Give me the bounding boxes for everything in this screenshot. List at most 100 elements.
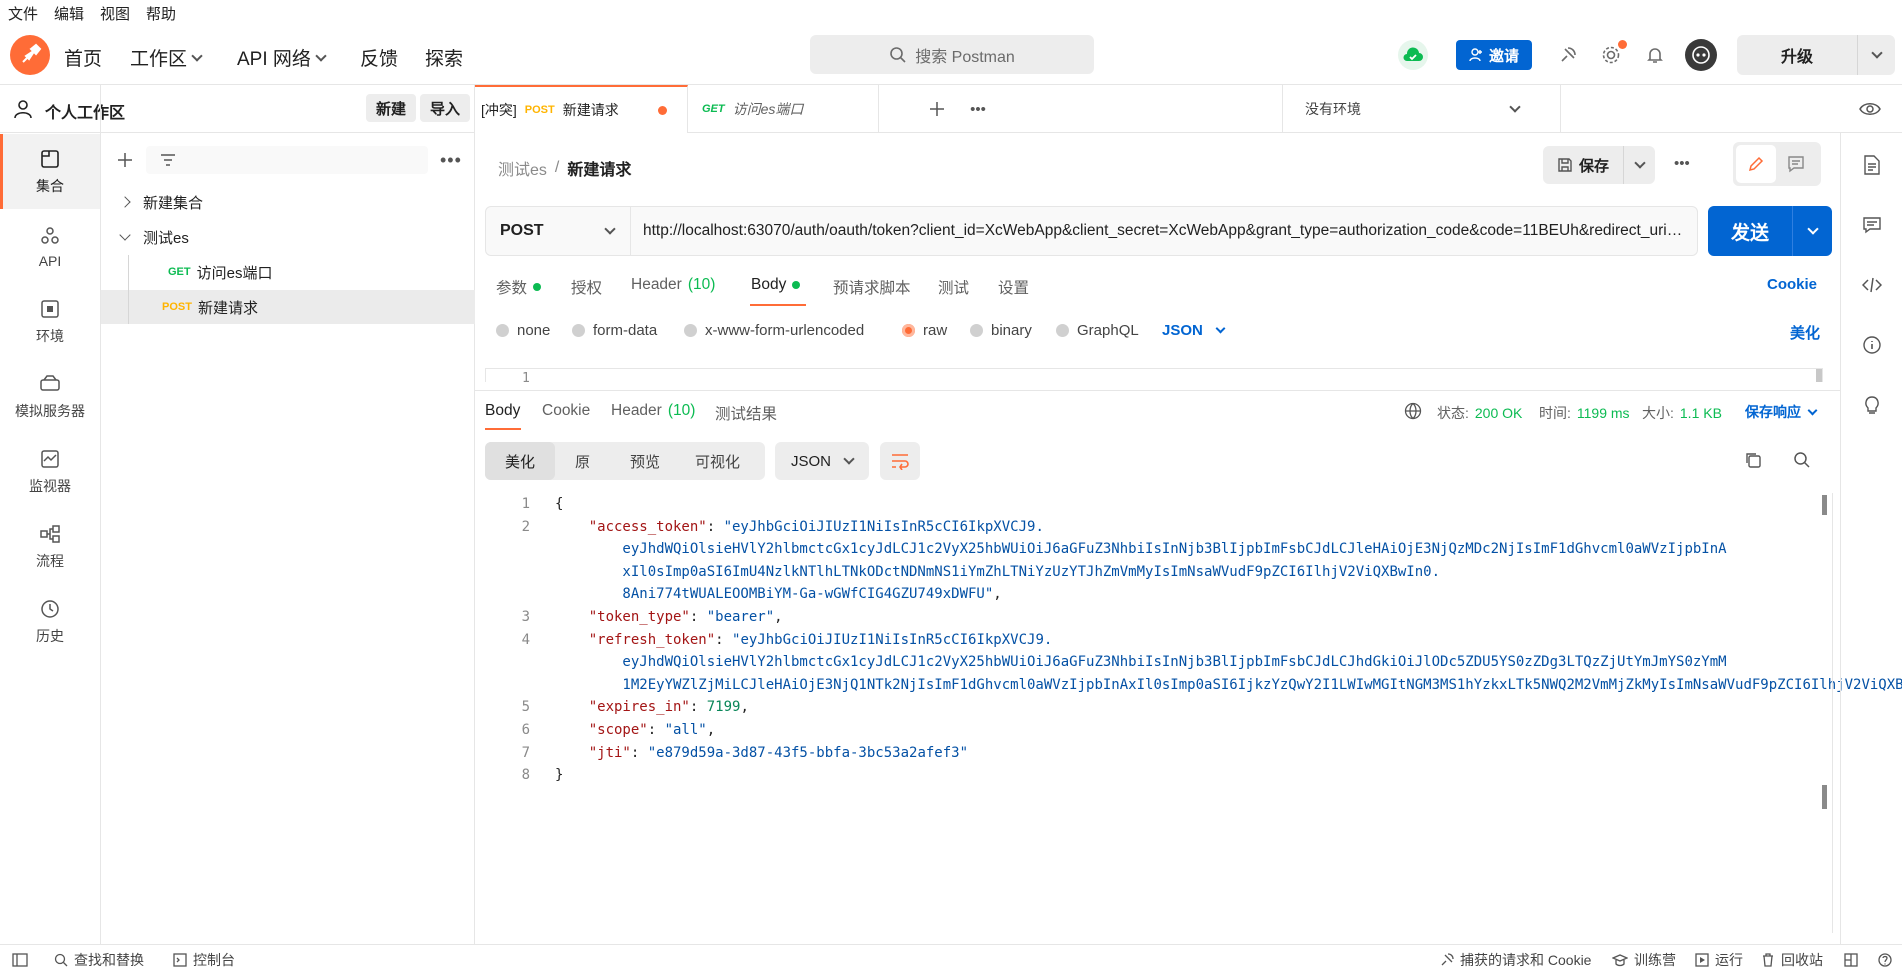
console-button[interactable]: 控制台 <box>173 945 235 973</box>
view-visualize[interactable]: 可视化 <box>680 442 755 480</box>
request-title[interactable]: 新建请求 <box>567 156 631 180</box>
postman-logo[interactable] <box>10 35 50 75</box>
response-scrollbar-thumb[interactable] <box>1822 785 1827 809</box>
search-icon[interactable] <box>1793 451 1811 469</box>
code-button[interactable] <box>1857 270 1887 300</box>
rail-history[interactable]: 历史 <box>0 584 100 659</box>
help-button[interactable] <box>1878 945 1892 973</box>
menu-file[interactable]: 文件 <box>8 3 38 24</box>
request-body-editor[interactable]: 1 <box>485 368 1823 382</box>
environment-quick-look[interactable] <box>1855 85 1885 133</box>
tab-pre-request[interactable]: 预请求脚本 <box>833 276 911 298</box>
send-dropdown[interactable] <box>1793 223 1832 235</box>
copy-icon[interactable] <box>1744 451 1762 469</box>
invite-button[interactable]: 邀请 <box>1456 40 1532 70</box>
response-time[interactable]: 时间: 1199 ms <box>1539 403 1630 423</box>
view-raw[interactable]: 原 <box>555 442 610 480</box>
upgrade-button[interactable]: 升级 <box>1737 35 1895 75</box>
save-response-button[interactable]: 保存响应 <box>1745 402 1818 422</box>
rail-mock-servers[interactable]: 模拟服务器 <box>0 359 100 434</box>
save-dropdown[interactable] <box>1624 146 1655 184</box>
add-collection-button[interactable] <box>114 149 136 171</box>
body-urlencoded[interactable]: x-www-form-urlencoded <box>684 322 864 339</box>
tab-tests[interactable]: 测试 <box>938 276 969 298</box>
nav-home[interactable]: 首页 <box>64 44 102 71</box>
resp-tab-cookies[interactable]: Cookie <box>542 402 590 420</box>
pane-divider[interactable] <box>475 390 1840 391</box>
tab-new-request[interactable]: [冲突] POST 新建请求 <box>475 85 688 133</box>
body-none[interactable]: none <box>496 322 550 339</box>
upgrade-dropdown[interactable] <box>1858 47 1895 59</box>
rail-api[interactable]: API <box>0 209 100 284</box>
info-button[interactable] <box>1857 330 1887 360</box>
wrap-lines-button[interactable] <box>880 442 920 480</box>
resp-tab-body[interactable]: Body <box>485 402 520 420</box>
nav-workspaces[interactable]: 工作区 <box>130 44 203 71</box>
rail-collections[interactable]: 集合 <box>0 134 100 209</box>
view-preview[interactable]: 预览 <box>610 442 680 480</box>
view-pretty[interactable]: 美化 <box>485 442 555 480</box>
runner-button[interactable]: 运行 <box>1695 945 1743 973</box>
interceptor-button[interactable] <box>1553 40 1583 70</box>
trash-button[interactable]: 回收站 <box>1761 945 1823 973</box>
rail-monitors[interactable]: 监视器 <box>0 434 100 509</box>
docs-button[interactable] <box>1857 150 1887 180</box>
body-graphql[interactable]: GraphQL <box>1056 322 1139 339</box>
tab-body[interactable]: Body <box>751 276 801 294</box>
comment-mode-button[interactable] <box>1776 145 1816 183</box>
body-binary[interactable]: binary <box>970 322 1032 339</box>
response-scrollbar-top[interactable] <box>1822 495 1827 515</box>
tab-headers[interactable]: Header (10) <box>631 276 715 294</box>
global-search[interactable]: 搜索 Postman <box>810 35 1094 74</box>
tree-new-collection[interactable]: 新建集合 <box>101 185 475 219</box>
tree-request-post[interactable]: POST 新建请求 <box>101 290 475 324</box>
more-tabs-icon[interactable]: ••• <box>963 85 993 133</box>
notifications-button[interactable] <box>1640 40 1670 70</box>
beautify-link[interactable]: 美化 <box>1790 322 1820 343</box>
tab-get-es[interactable]: GET 访问es端口 <box>688 85 879 133</box>
more-options-icon[interactable]: ••• <box>440 150 462 171</box>
send-button[interactable]: 发送 <box>1708 206 1832 256</box>
tree-collection-es[interactable]: 测试es <box>101 220 475 254</box>
breadcrumb-parent[interactable]: 测试es <box>498 156 547 180</box>
menu-help[interactable]: 帮助 <box>146 3 176 24</box>
response-format-select[interactable]: JSON <box>775 442 869 480</box>
edit-mode-button[interactable] <box>1736 145 1776 183</box>
nav-explore[interactable]: 探索 <box>425 44 463 71</box>
environment-select[interactable]: 没有环境 <box>1283 85 1541 133</box>
request-more-icon[interactable]: ••• <box>1674 155 1690 172</box>
tree-request-get[interactable]: GET 访问es端口 <box>101 255 475 289</box>
find-replace-button[interactable]: 查找和替换 <box>54 945 144 973</box>
filter-input[interactable] <box>146 146 428 174</box>
save-button[interactable]: 保存 <box>1543 146 1623 184</box>
resp-tab-tests[interactable]: 测试结果 <box>715 402 777 424</box>
layout-button[interactable] <box>1844 945 1858 973</box>
comments-button[interactable] <box>1857 210 1887 240</box>
nav-feedback[interactable]: 反馈 <box>360 44 398 71</box>
avatar[interactable] <box>1685 39 1717 71</box>
menu-edit[interactable]: 编辑 <box>54 3 84 24</box>
rail-environments[interactable]: 环境 <box>0 284 100 359</box>
capture-button[interactable]: 捕获的请求和 Cookie <box>1440 945 1591 973</box>
response-status[interactable]: 状态: 200 OK <box>1437 403 1522 423</box>
menu-view[interactable]: 视图 <box>100 3 130 24</box>
rail-flows[interactable]: 流程 <box>0 509 100 584</box>
body-raw[interactable]: raw <box>902 322 947 339</box>
tab-auth[interactable]: 授权 <box>571 276 602 298</box>
editor-scrollbar[interactable] <box>1816 369 1822 382</box>
body-form-data[interactable]: form-data <box>572 322 657 339</box>
url-input[interactable]: http://localhost:63070/auth/oauth/token?… <box>631 222 1697 240</box>
sync-status[interactable] <box>1398 40 1428 70</box>
nav-api-network[interactable]: API 网络 <box>237 44 327 71</box>
cookies-link[interactable]: Cookie <box>1767 276 1817 293</box>
toggle-sidebar-button[interactable] <box>12 945 28 973</box>
response-size[interactable]: 大小: 1.1 KB <box>1642 403 1722 423</box>
method-select[interactable]: POST <box>486 207 631 255</box>
suggestions-button[interactable] <box>1857 390 1887 420</box>
body-format-select[interactable]: JSON <box>1162 322 1226 339</box>
new-tab-button[interactable] <box>922 85 952 133</box>
globe-icon[interactable] <box>1404 402 1422 420</box>
tab-settings[interactable]: 设置 <box>998 276 1029 298</box>
tab-params[interactable]: 参数 <box>496 276 542 298</box>
bootcamp-button[interactable]: 训练营 <box>1612 945 1676 973</box>
